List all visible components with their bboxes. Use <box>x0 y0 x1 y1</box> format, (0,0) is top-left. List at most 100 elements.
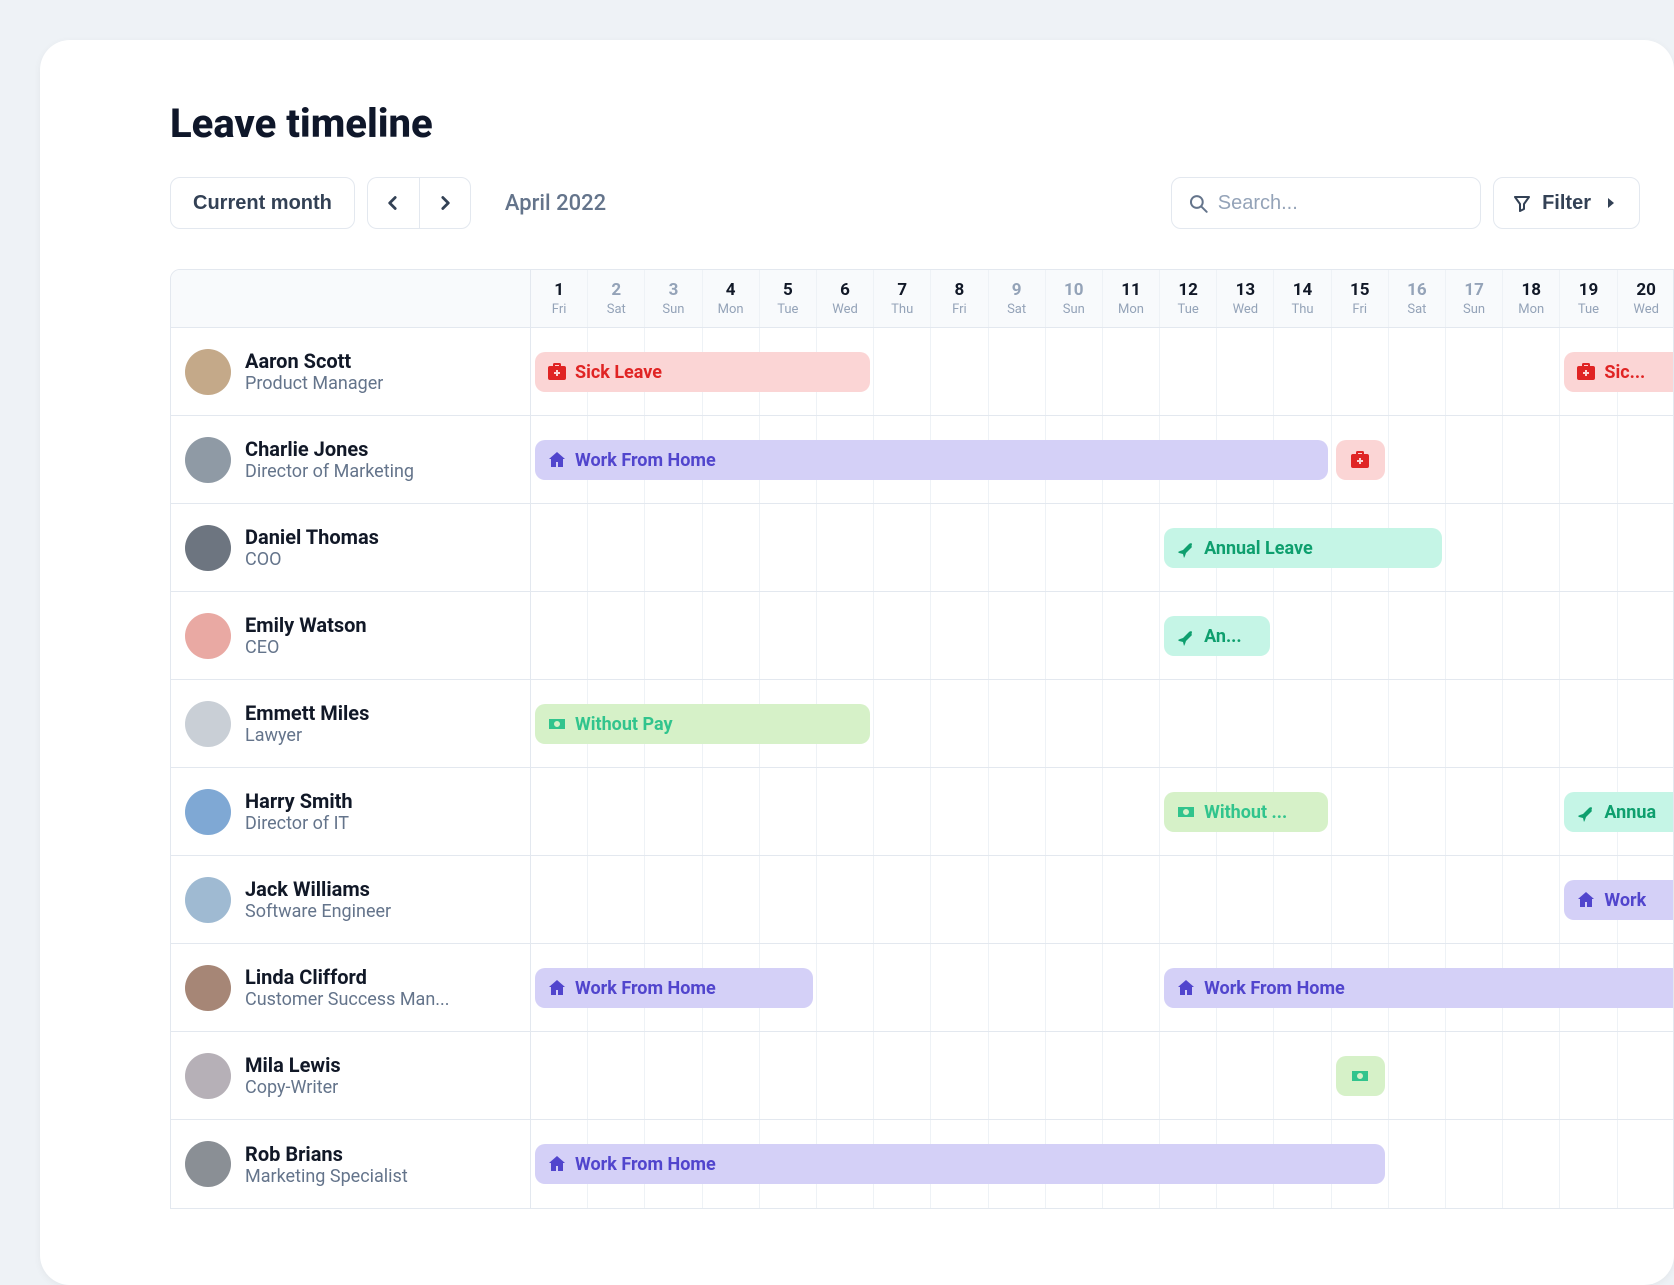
timeline-lane: Sick Leave Sic... <box>531 328 1674 415</box>
header-day-name: Wed <box>1217 302 1273 317</box>
leave-bar-wfh[interactable]: Work From Home <box>1164 968 1674 1008</box>
header-day: 16 Sat <box>1389 270 1446 327</box>
header-day-number: 19 <box>1560 280 1616 300</box>
header-day-number: 1 <box>531 280 587 300</box>
leave-bar-wfh[interactable]: Work <box>1564 880 1674 920</box>
cash-icon <box>1176 802 1196 822</box>
toolbar: Current month April 2022 Filter <box>170 177 1674 229</box>
bar-layer <box>531 1032 1674 1119</box>
avatar <box>185 1141 231 1187</box>
search-field[interactable] <box>1171 177 1481 229</box>
employee-role: CEO <box>245 637 367 658</box>
header-day: 17 Sun <box>1446 270 1503 327</box>
leave-bar-annual[interactable]: An... <box>1164 616 1270 656</box>
header-day-name: Sun <box>1446 302 1502 317</box>
employee-role: Marketing Specialist <box>245 1166 408 1187</box>
employee-cell[interactable]: Emmett Miles Lawyer <box>171 680 531 767</box>
employee-cell[interactable]: Aaron Scott Product Manager <box>171 328 531 415</box>
employee-cell[interactable]: Linda Clifford Customer Success Man... <box>171 944 531 1031</box>
leave-bar-nopay[interactable] <box>1336 1056 1385 1096</box>
bar-layer: Without Pay <box>531 680 1674 767</box>
header-day-name: Fri <box>931 302 987 317</box>
header-day: 1 Fri <box>531 270 588 327</box>
employee-cell[interactable]: Charlie Jones Director of Marketing <box>171 416 531 503</box>
header-day-number: 2 <box>588 280 644 300</box>
employee-row: Mila Lewis Copy-Writer <box>171 1032 1673 1120</box>
leave-bar-annual[interactable]: Annual Leave <box>1164 528 1442 568</box>
header-day-number: 20 <box>1618 280 1674 300</box>
avatar <box>185 613 231 659</box>
employee-role: Software Engineer <box>245 901 391 922</box>
employee-cell[interactable]: Jack Williams Software Engineer <box>171 856 531 943</box>
employee-name: Rob Brians <box>245 1142 408 1166</box>
header-employee-col <box>171 270 531 327</box>
leave-bar-sick[interactable]: Sic... <box>1564 352 1674 392</box>
employee-cell[interactable]: Harry Smith Director of IT <box>171 768 531 855</box>
header-day: 18 Mon <box>1503 270 1560 327</box>
header-day: 15 Fri <box>1332 270 1389 327</box>
timeline-lane: An... <box>531 592 1674 679</box>
caret-right-icon <box>1601 193 1621 213</box>
header-day-number: 6 <box>817 280 873 300</box>
employee-row: Daniel Thomas COO Annual Leave <box>171 504 1673 592</box>
home-icon <box>1176 978 1196 998</box>
employee-row: Charlie Jones Director of Marketing Work… <box>171 416 1673 504</box>
employee-cell[interactable]: Rob Brians Marketing Specialist <box>171 1120 531 1208</box>
employee-info: Aaron Scott Product Manager <box>245 349 383 394</box>
employee-row: Jack Williams Software Engineer Work <box>171 856 1673 944</box>
home-icon <box>547 450 567 470</box>
employee-row: Emily Watson CEO An... <box>171 592 1673 680</box>
header-day-name: Tue <box>1160 302 1216 317</box>
timeline-lane: Without ... Annua <box>531 768 1674 855</box>
leave-bar-nopay[interactable]: Without ... <box>1164 792 1328 832</box>
leave-bar-wfh[interactable]: Work From Home <box>535 968 813 1008</box>
leave-bar-label: An... <box>1204 626 1242 647</box>
header-day-number: 18 <box>1503 280 1559 300</box>
bar-layer: Work <box>531 856 1674 943</box>
filter-button[interactable]: Filter <box>1493 177 1640 229</box>
timeline-grid: 1 Fri2 Sat3 Sun4 Mon5 Tue6 Wed7 Thu8 Fri… <box>170 269 1674 1209</box>
leave-bar-label: Annual Leave <box>1204 538 1313 559</box>
employee-cell[interactable]: Mila Lewis Copy-Writer <box>171 1032 531 1119</box>
header-row: 1 Fri2 Sat3 Sun4 Mon5 Tue6 Wed7 Thu8 Fri… <box>171 270 1673 328</box>
header-day: 4 Mon <box>703 270 760 327</box>
employee-role: Lawyer <box>245 725 369 746</box>
leave-bar-sick[interactable]: Sick Leave <box>535 352 870 392</box>
employee-name: Aaron Scott <box>245 349 383 373</box>
leave-bar-nopay[interactable]: Without Pay <box>535 704 870 744</box>
header-day-number: 10 <box>1046 280 1102 300</box>
leave-bar-wfh[interactable]: Work From Home <box>535 1144 1385 1184</box>
header-day: 9 Sat <box>989 270 1046 327</box>
medkit-icon <box>547 362 567 382</box>
employee-role: Director of Marketing <box>245 461 414 482</box>
date-range-button[interactable]: Current month <box>170 177 355 229</box>
leave-bar-sick[interactable] <box>1336 440 1385 480</box>
employee-info: Charlie Jones Director of Marketing <box>245 437 414 482</box>
chevron-right-icon <box>434 192 456 214</box>
leave-bar-annual[interactable]: Annua <box>1564 792 1674 832</box>
header-day: 7 Thu <box>874 270 931 327</box>
timeline-lane: Work From Home <box>531 416 1674 503</box>
date-range-label: Current month <box>193 192 332 215</box>
leave-bar-wfh[interactable]: Work From Home <box>535 440 1328 480</box>
plane-icon <box>1176 626 1196 646</box>
funnel-icon <box>1512 193 1532 213</box>
leave-bar-label: Work <box>1604 890 1646 911</box>
search-input[interactable] <box>1218 192 1464 215</box>
medkit-icon <box>1576 362 1596 382</box>
header-day: 5 Tue <box>760 270 817 327</box>
next-month-button[interactable] <box>419 177 471 229</box>
header-day-number: 7 <box>874 280 930 300</box>
employee-cell[interactable]: Emily Watson CEO <box>171 592 531 679</box>
header-day-number: 13 <box>1217 280 1273 300</box>
leave-bar-label: Work From Home <box>575 1154 716 1175</box>
header-day-name: Fri <box>1332 302 1388 317</box>
home-icon <box>547 1154 567 1174</box>
bar-layer: Annual Leave <box>531 504 1674 591</box>
cash-icon <box>1350 1066 1370 1086</box>
employee-cell[interactable]: Daniel Thomas COO <box>171 504 531 591</box>
plane-icon <box>1176 538 1196 558</box>
prev-month-button[interactable] <box>367 177 419 229</box>
header-day-name: Sat <box>1389 302 1445 317</box>
header-day-name: Mon <box>1503 302 1559 317</box>
